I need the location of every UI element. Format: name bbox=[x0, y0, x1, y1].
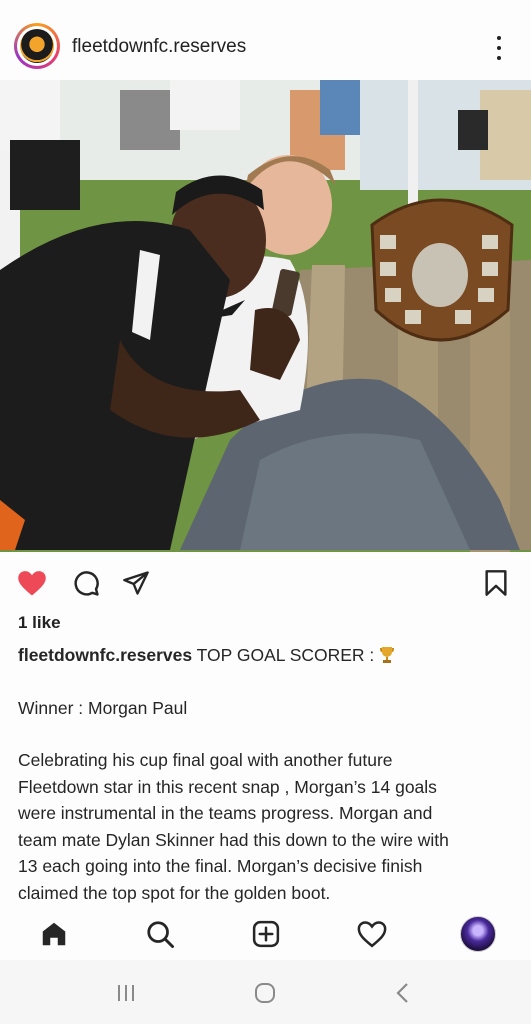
caption-body-line: Fleetdown star in this recent snap , Mor… bbox=[18, 776, 437, 797]
like-count[interactable]: 1 like bbox=[18, 613, 61, 633]
save-bookmark-icon[interactable] bbox=[480, 567, 512, 599]
home-circle-icon[interactable] bbox=[250, 980, 280, 1006]
caption-headline: fleetdownfc.reserves TOP GOAL SCORER : bbox=[18, 642, 518, 669]
add-post-icon[interactable] bbox=[248, 916, 284, 952]
home-icon[interactable] bbox=[36, 916, 72, 952]
system-navigation-bar bbox=[0, 960, 531, 1024]
search-icon[interactable] bbox=[142, 916, 178, 952]
photo-illustration bbox=[0, 80, 531, 552]
post-actions bbox=[0, 560, 531, 604]
caption-body-line: 13 each going into the final. Morgan’s d… bbox=[18, 856, 423, 876]
caption-body-line: were instrumental in the teams progress.… bbox=[18, 803, 433, 823]
more-vertical-icon[interactable] bbox=[488, 34, 510, 62]
caption-body-line: Celebrating his cup final goal with anot… bbox=[18, 750, 393, 770]
profile-avatar[interactable] bbox=[460, 916, 496, 952]
caption-headline-text: TOP GOAL SCORER : bbox=[196, 645, 375, 665]
comment-icon[interactable] bbox=[70, 567, 102, 599]
post-username[interactable]: fleetdownfc.reserves bbox=[72, 36, 246, 58]
share-send-icon[interactable] bbox=[120, 567, 152, 599]
activity-heart-icon[interactable] bbox=[354, 916, 390, 952]
post-header: fleetdownfc.reserves bbox=[0, 0, 531, 80]
club-crest-icon bbox=[20, 29, 54, 63]
club-avatar[interactable] bbox=[14, 23, 60, 69]
caption-winner: Winner : Morgan Paul bbox=[18, 697, 188, 718]
back-chevron-icon[interactable] bbox=[388, 980, 418, 1006]
profile-avatar-image bbox=[460, 916, 496, 952]
caption-body-line: claimed the top spot for the golden boot… bbox=[18, 882, 331, 903]
recent-apps-icon[interactable] bbox=[111, 980, 141, 1006]
caption-body-line: team mate Dylan Skinner had this down to… bbox=[18, 829, 449, 850]
post-caption: fleetdownfc.reserves TOP GOAL SCORER : W… bbox=[18, 642, 518, 906]
caption-username[interactable]: fleetdownfc.reserves bbox=[18, 645, 192, 665]
post-photo[interactable] bbox=[0, 80, 531, 552]
trophy-icon bbox=[380, 647, 395, 663]
like-heart-icon[interactable] bbox=[16, 567, 48, 599]
bottom-navigation bbox=[0, 908, 531, 960]
avatar-ring-inner bbox=[17, 26, 57, 66]
